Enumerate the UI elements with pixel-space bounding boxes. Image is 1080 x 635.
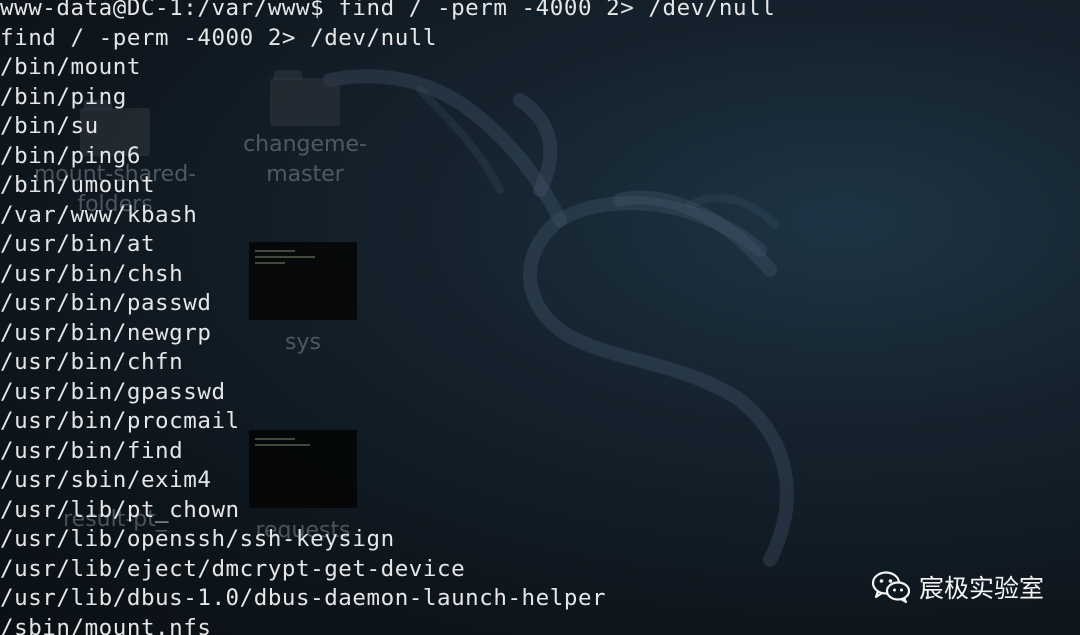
terminal-line: /usr/sbin/exim4 — [0, 467, 212, 493]
terminal-line: /usr/lib/eject/dmcrypt-get-device — [0, 555, 466, 582]
wechat-icon — [871, 571, 911, 604]
terminal-line: /usr/bin/procmail — [0, 408, 240, 434]
terminal-line: /usr/lib/dbus-1.0/dbus-daemon-launch-hel… — [0, 585, 607, 611]
terminal-line: /bin/su — [0, 113, 99, 139]
terminal-line: /usr/bin/at — [0, 231, 156, 257]
terminal-line: /usr/bin/gpasswd — [0, 378, 226, 405]
terminal-line: /usr/bin/find — [0, 437, 184, 464]
terminal-line: /bin/ping6 — [0, 142, 141, 169]
terminal-line: /usr/bin/chfn — [0, 349, 184, 375]
terminal-line: /usr/lib/openssh/ssh-keysign — [0, 526, 395, 552]
watermark: 宸极实验室 — [871, 569, 1044, 605]
terminal-output[interactable]: www-data@DC-1:/var/www$ find / -perm -40… — [0, 0, 775, 635]
terminal-line: /usr/lib/pt_chown — [0, 496, 240, 523]
terminal-line: /usr/bin/newgrp — [0, 319, 212, 346]
terminal-line: /bin/ping — [0, 83, 127, 110]
terminal-line: find / -perm -4000 2> /dev/null — [0, 24, 437, 51]
terminal-line: /var/www/kbash — [0, 201, 198, 228]
terminal-line: /bin/mount — [0, 54, 141, 80]
terminal-line: /sbin/mount.nfs — [0, 614, 212, 635]
terminal-line: www-data@DC-1:/var/www$ find / -perm -40… — [0, 0, 776, 21]
terminal-line: /usr/bin/chsh — [0, 260, 184, 287]
terminal-line: /bin/umount — [0, 172, 156, 198]
terminal-line: /usr/bin/passwd — [0, 290, 212, 316]
watermark-text: 宸极实验室 — [918, 574, 1044, 603]
